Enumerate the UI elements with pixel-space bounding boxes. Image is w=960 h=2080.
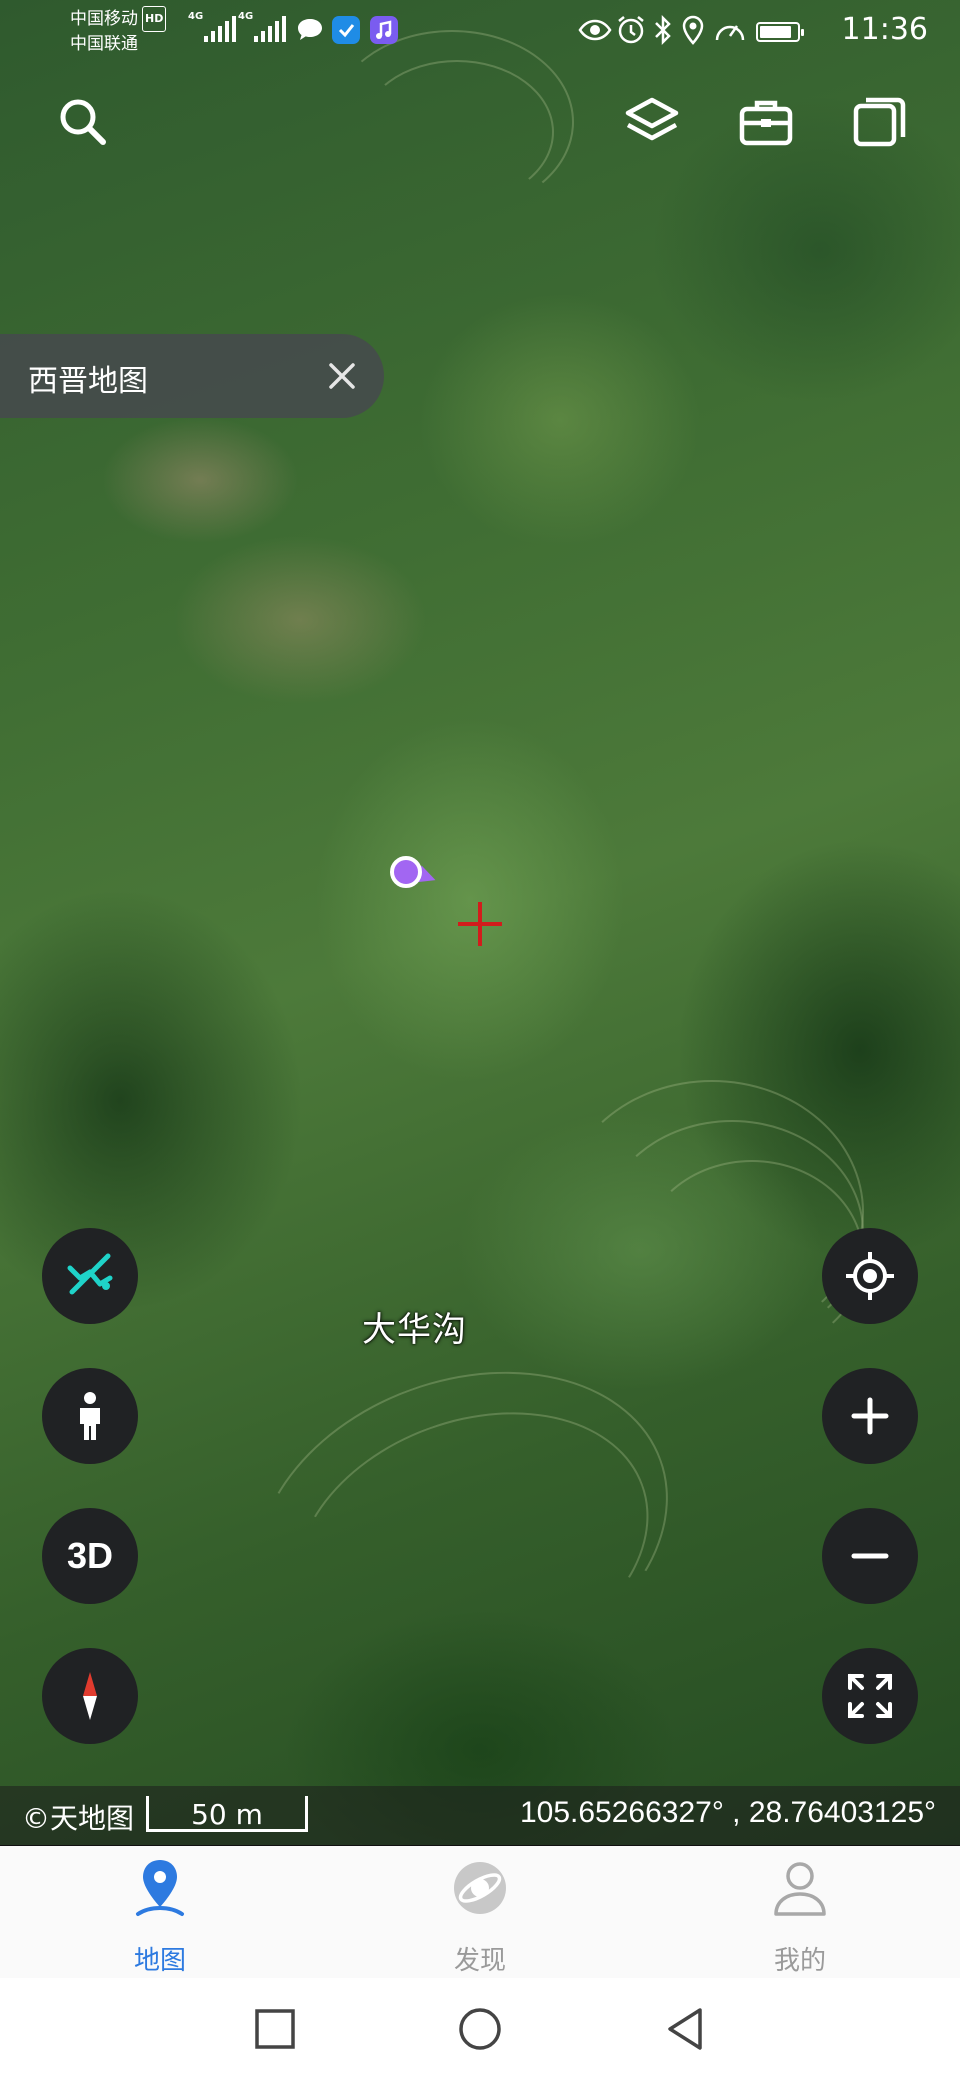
map-source-label: 西晋地图 [28, 364, 148, 399]
bluetooth-icon [655, 14, 671, 46]
home-icon[interactable] [455, 2004, 505, 2054]
layers-icon [625, 97, 679, 141]
copy-windows-icon [853, 97, 906, 147]
recent-apps-icon[interactable] [250, 2004, 300, 2054]
planet-icon [454, 1862, 506, 1914]
music-app-icon [370, 16, 398, 44]
map-pin-icon [136, 1860, 184, 1916]
signal-type: 4G [188, 11, 204, 22]
clock: 11:36 [841, 12, 928, 47]
plus-icon [851, 1397, 889, 1435]
search-button[interactable] [52, 92, 112, 152]
multi-window-button[interactable] [850, 92, 910, 152]
toolbox-button[interactable] [736, 92, 796, 152]
system-navigation-bar [0, 1978, 960, 2080]
terrain-detail [360, 60, 554, 204]
layers-button[interactable] [622, 92, 682, 152]
scale-label: 50 m [191, 1798, 263, 1831]
expand-icon [848, 1674, 892, 1718]
compass-icon [83, 1672, 97, 1720]
tab-map-label: 地图 [133, 1946, 186, 1976]
close-icon[interactable] [322, 356, 362, 396]
toolbox-icon [739, 100, 793, 146]
coordinates-readout: 105.65266327° , 28.76403125° [519, 1796, 936, 1829]
minus-icon [851, 1553, 889, 1559]
current-location-marker [390, 856, 422, 888]
bottom-navigation: 地图 发现 我的 [0, 1846, 960, 1978]
app-notification-icon [332, 16, 360, 44]
zoom-out-button[interactable] [822, 1508, 918, 1604]
3d-toggle-button[interactable]: 3D [42, 1508, 138, 1604]
gps-locate-icon [846, 1252, 894, 1300]
map-copyright: ©天地图 [22, 1802, 135, 1835]
scale-bar: 50 m [146, 1796, 308, 1832]
map-center-crosshair [458, 902, 502, 946]
speed-meter-icon [715, 25, 745, 41]
signal-type: 4G [238, 11, 254, 22]
user-icon [774, 1862, 826, 1916]
tab-discover[interactable]: 发现 [380, 1846, 580, 1978]
eye-comfort-icon [578, 19, 612, 41]
track-button[interactable] [42, 1228, 138, 1324]
carrier-primary: 中国移动 [70, 9, 138, 29]
carrier-info: 中国移动 HD 中国联通 [70, 6, 167, 56]
tab-profile[interactable]: 我的 [700, 1846, 900, 1978]
zoom-in-button[interactable] [822, 1368, 918, 1464]
place-label[interactable]: 大华沟 [362, 1302, 467, 1351]
street-view-button[interactable] [42, 1368, 138, 1464]
3d-label: 3D [66, 1535, 114, 1576]
tab-profile-label: 我的 [773, 1946, 826, 1976]
battery-icon [756, 22, 804, 42]
carrier-secondary: 中国联通 [70, 34, 138, 54]
track-route-icon [67, 1253, 113, 1295]
location-status-icon [682, 15, 704, 45]
map-info-strip: ©天地图 50 m 105.65266327° , 28.76403125° [0, 1786, 960, 1846]
status-bar: 中国移动 HD 中国联通 4G 4G 11:36 [0, 0, 960, 62]
compass-button[interactable] [42, 1648, 138, 1744]
alarm-icon [618, 16, 644, 44]
screen: 中国移动 HD 中国联通 4G 4G 11:36 西晋地图 大华沟 3D ©天地… [0, 0, 960, 2080]
search-icon [60, 99, 106, 145]
message-icon [298, 19, 322, 40]
tab-map[interactable]: 地图 [60, 1846, 260, 1978]
locate-me-button[interactable] [822, 1228, 918, 1324]
back-icon[interactable] [660, 2004, 710, 2054]
tab-discover-label: 发现 [453, 1946, 506, 1976]
hd-badge: HD [142, 6, 167, 32]
person-icon [80, 1392, 100, 1440]
fullscreen-button[interactable] [822, 1648, 918, 1744]
